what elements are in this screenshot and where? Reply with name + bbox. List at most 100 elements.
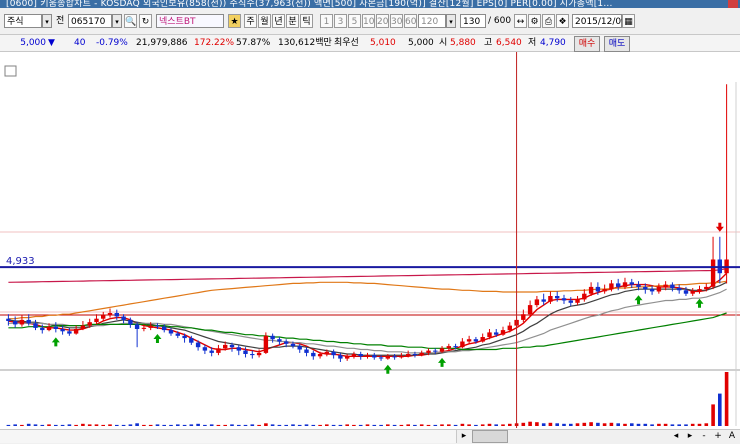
volume-bar xyxy=(650,424,654,426)
config-icon[interactable]: ⚙ xyxy=(528,14,541,28)
candle-body xyxy=(663,284,668,287)
candle-body xyxy=(189,338,194,343)
volume-bar xyxy=(209,424,214,426)
data-count-input[interactable]: 130 xyxy=(460,14,486,28)
volume-bar xyxy=(182,424,187,426)
candle-body xyxy=(19,319,25,325)
search-icon[interactable]: 🔍 xyxy=(124,14,137,28)
scrollbar-track[interactable] xyxy=(0,430,457,443)
volume-bar xyxy=(304,424,309,426)
volume-bar xyxy=(670,424,675,426)
volume-bar xyxy=(569,423,573,426)
volume-bar xyxy=(541,423,546,426)
expand-icon[interactable]: ↔ xyxy=(514,14,527,28)
candle-body xyxy=(480,337,485,342)
volume-bar xyxy=(345,424,349,426)
scroll-left-icon[interactable]: ◂ xyxy=(670,430,682,443)
candle-body xyxy=(162,326,167,331)
volume-bar xyxy=(521,422,526,426)
stock-code-input[interactable]: 065170 xyxy=(68,14,112,28)
minute-1-button[interactable]: 1 xyxy=(320,14,333,28)
period-year-button[interactable]: 년 xyxy=(272,14,285,28)
candle-body xyxy=(128,319,133,325)
candle-body xyxy=(426,350,431,353)
volume-bar xyxy=(528,421,532,426)
refresh-icon[interactable]: ↻ xyxy=(139,14,152,28)
candle-body xyxy=(534,299,540,306)
volume-bar xyxy=(135,423,139,426)
auto-scale-icon[interactable]: A xyxy=(726,430,738,443)
candle-body xyxy=(677,288,682,291)
period-week-button[interactable]: 주 xyxy=(244,14,257,28)
volume-bar xyxy=(643,423,648,426)
period-minute-button[interactable]: 분 xyxy=(286,14,299,28)
print-icon[interactable]: ⎙ xyxy=(542,14,555,28)
pin-icon[interactable]: ❖ xyxy=(556,14,569,28)
volume-bar xyxy=(697,423,702,426)
market-select[interactable]: 주식 xyxy=(4,14,42,28)
minute-custom-field[interactable]: 120 xyxy=(418,14,446,28)
date-field[interactable]: 2015/12/09 xyxy=(572,14,627,28)
candle-body xyxy=(175,333,180,336)
scroll-right-icon[interactable]: ▸ xyxy=(458,430,470,443)
price-chart-area[interactable]: 4,933 xyxy=(0,52,740,428)
best-ask: 5,010 xyxy=(370,38,396,48)
candlestick-chart[interactable]: 4,933 xyxy=(0,52,740,428)
candle-body xyxy=(351,354,357,357)
sell-button[interactable]: 매도 xyxy=(604,36,630,52)
candle-body xyxy=(114,313,119,317)
down-arrow-icon: ▼ xyxy=(48,38,55,48)
volume-bar xyxy=(270,424,275,426)
volume-bar xyxy=(196,423,200,426)
high-price: 6,540 xyxy=(496,38,522,48)
trade-amount: 130,612백만 xyxy=(278,38,332,48)
stock-code-dropdown-icon[interactable]: ▾ xyxy=(112,14,122,28)
stock-name-field[interactable]: 넥스트BT xyxy=(156,14,224,28)
minute-3-button[interactable]: 3 xyxy=(334,14,347,28)
window-title: [0600] 키움종합차트 - KOSDAQ 외국인보유(858(천)) 주식수… xyxy=(6,0,613,8)
window-title-bar: [0600] 키움종합차트 - KOSDAQ 외국인보유(858(천)) 주식수… xyxy=(0,0,740,8)
minute-10-button[interactable]: 10 xyxy=(362,14,375,28)
candle-body xyxy=(182,335,187,339)
candle-body xyxy=(155,325,160,327)
volume-bar xyxy=(392,424,397,426)
volume-rate: 172.22% xyxy=(194,38,235,48)
volume-bar xyxy=(677,424,681,426)
minute-dropdown-icon[interactable]: ▾ xyxy=(446,14,456,28)
market-dropdown-icon[interactable]: ▾ xyxy=(42,14,52,28)
volume-bar xyxy=(352,424,356,426)
current-price: 5,000 xyxy=(20,38,46,48)
period-month-button[interactable]: 월 xyxy=(258,14,271,28)
volume-bar xyxy=(40,424,45,426)
candle-body xyxy=(73,329,79,334)
play-icon[interactable]: ▸ xyxy=(684,430,696,443)
volume-bar xyxy=(589,422,593,426)
minute-30-button[interactable]: 30 xyxy=(390,14,403,28)
period-tick-button[interactable]: 틱 xyxy=(300,14,313,28)
close-button[interactable] xyxy=(728,0,738,8)
volume-bar xyxy=(243,424,248,426)
high-label: 고 xyxy=(484,38,493,48)
open-label: 시 xyxy=(439,38,448,48)
calendar-icon[interactable]: ▦ xyxy=(622,14,635,28)
favorite-icon[interactable]: ★ xyxy=(228,14,241,28)
candle-body xyxy=(439,348,445,352)
candle-body xyxy=(582,293,587,300)
volume-bar xyxy=(609,422,614,426)
zoom-out-icon[interactable]: - xyxy=(698,430,710,443)
zoom-in-icon[interactable]: + xyxy=(712,430,724,443)
candle-body xyxy=(595,286,601,292)
minute-5-button[interactable]: 5 xyxy=(348,14,361,28)
candle-body xyxy=(67,331,72,334)
minute-60-button[interactable]: 60 xyxy=(404,14,417,28)
candle-body xyxy=(690,291,695,294)
scrollbar-thumb[interactable] xyxy=(472,430,508,443)
volume-bar xyxy=(115,424,119,426)
candle-body xyxy=(243,350,248,354)
candle-body xyxy=(277,339,282,342)
candle-body xyxy=(236,347,241,351)
minute-20-button[interactable]: 20 xyxy=(376,14,389,28)
buy-button[interactable]: 매수 xyxy=(574,36,600,52)
candle-body xyxy=(487,332,492,337)
candle-body xyxy=(453,346,458,348)
